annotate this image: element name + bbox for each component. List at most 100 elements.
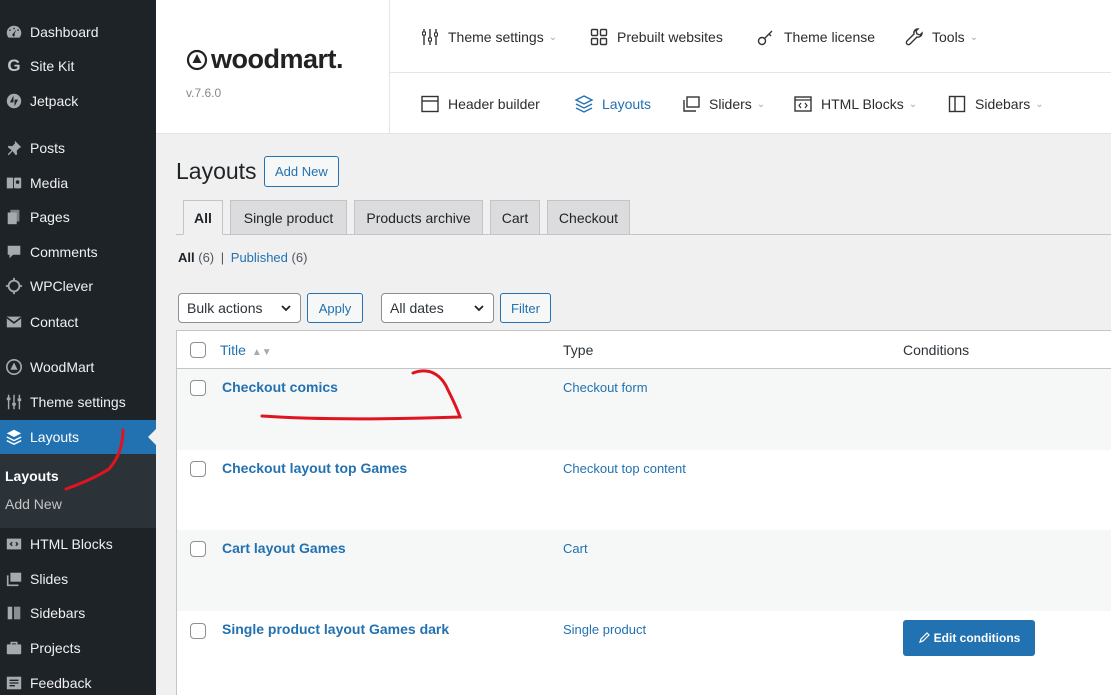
- sidebar-item-projects[interactable]: Projects: [0, 631, 156, 665]
- submenu-item-layouts[interactable]: Layouts: [5, 468, 59, 484]
- nav-label: Tools: [932, 29, 965, 45]
- nav-divider: [390, 72, 1111, 73]
- code-block-icon: [3, 534, 25, 554]
- chevron-down-icon: [281, 305, 291, 312]
- filter-all-count: (6): [198, 250, 215, 265]
- sidebar-item-label: Sidebars: [30, 605, 86, 621]
- sidebar-item-dashboard[interactable]: Dashboard: [0, 15, 156, 49]
- sidebar-item-feedback[interactable]: Feedback: [0, 666, 156, 695]
- row-checkbox[interactable]: [190, 380, 206, 396]
- sidebar-item-label: Media: [30, 175, 69, 191]
- row-title-link[interactable]: Single product layout Games dark: [222, 621, 449, 637]
- sidebar-item-sidebars[interactable]: Sidebars: [0, 596, 156, 630]
- sidebar-item-label: Projects: [30, 640, 81, 656]
- row-type-link[interactable]: Cart: [563, 541, 588, 556]
- row-checkbox[interactable]: [190, 461, 206, 477]
- woodmart-logo[interactable]: woodmart.: [186, 44, 344, 75]
- google-g-icon: G: [7, 56, 21, 75]
- row-title-link[interactable]: Checkout comics: [222, 379, 338, 395]
- row-checkbox[interactable]: [190, 541, 206, 557]
- sidebar-item-site-kit[interactable]: G Site Kit: [0, 49, 156, 83]
- sidebar-item-pages[interactable]: Pages: [0, 200, 156, 234]
- nav-prebuilt-websites[interactable]: Prebuilt websites: [589, 27, 723, 47]
- nav-tools[interactable]: Tools ⌄: [904, 27, 978, 47]
- select-all-checkbox[interactable]: [190, 342, 206, 358]
- add-new-button[interactable]: Add New: [264, 156, 339, 187]
- table-header: Title ▲▼ Type Conditions: [177, 331, 1111, 369]
- row-checkbox[interactable]: [190, 623, 206, 639]
- header-builder-icon: [421, 95, 439, 113]
- nav-label: Sliders: [709, 96, 752, 112]
- chevron-down-icon: ⌄: [908, 98, 918, 110]
- sidebar-icon: [3, 603, 25, 623]
- sidebar-item-slides[interactable]: Slides: [0, 562, 156, 596]
- column-title[interactable]: Title ▲▼: [220, 342, 272, 358]
- tab-cart[interactable]: Cart: [490, 200, 540, 235]
- sidebar-item-label: Feedback: [30, 675, 92, 691]
- sidebar-item-label: Slides: [30, 571, 69, 587]
- woodmart-header-panel: woodmart. v.7.6.0 Theme settings ⌄ Prebu…: [156, 0, 1111, 134]
- nav-sidebars[interactable]: Sidebars ⌄: [947, 94, 1044, 114]
- sidebar-item-woodmart[interactable]: WoodMart: [0, 350, 156, 384]
- tab-products-archive[interactable]: Products archive: [354, 200, 483, 235]
- woodmart-icon: [3, 357, 25, 377]
- bulk-actions-value: Bulk actions: [187, 300, 263, 316]
- table-row: Checkout layout top Games Checkout top c…: [177, 450, 1111, 531]
- tab-checkout[interactable]: Checkout: [547, 200, 630, 235]
- sidebar-item-label: Dashboard: [30, 24, 99, 40]
- nav-theme-settings[interactable]: Theme settings ⌄: [420, 27, 557, 47]
- tab-all[interactable]: All: [183, 200, 223, 235]
- submenu-item-add-new[interactable]: Add New: [5, 496, 62, 512]
- dates-select[interactable]: All dates: [381, 293, 494, 323]
- nav-label: HTML Blocks: [821, 96, 904, 112]
- jetpack-icon: [3, 91, 25, 111]
- row-type-link[interactable]: Checkout form: [563, 380, 648, 395]
- nav-html-blocks[interactable]: HTML Blocks ⌄: [793, 94, 917, 114]
- sidebar-item-jetpack[interactable]: Jetpack: [0, 84, 156, 118]
- nav-theme-license[interactable]: Theme license: [756, 27, 875, 47]
- media-icon: [3, 173, 25, 193]
- edit-conditions-label: Edit conditions: [933, 631, 1021, 645]
- sidebar-item-label: Posts: [30, 140, 66, 156]
- apply-button[interactable]: Apply: [307, 293, 363, 323]
- nav-label: Theme license: [784, 29, 876, 45]
- tab-single-product[interactable]: Single product: [230, 200, 347, 235]
- row-type-link[interactable]: Checkout top content: [563, 461, 686, 476]
- dates-value: All dates: [390, 300, 444, 316]
- filter-button[interactable]: Filter: [500, 293, 551, 323]
- filter-separator: |: [220, 250, 225, 265]
- nav-label: Sidebars: [975, 96, 1031, 112]
- row-type-link[interactable]: Single product: [563, 622, 646, 637]
- row-title-link[interactable]: Cart layout Games: [222, 540, 346, 556]
- nav-label: Layouts: [602, 96, 652, 112]
- table-row: Single product layout Games dark Single …: [177, 611, 1111, 692]
- nav-layouts[interactable]: Layouts: [574, 94, 651, 114]
- sidebar-item-label: WoodMart: [30, 359, 95, 375]
- nav-sliders[interactable]: Sliders ⌄: [681, 94, 765, 114]
- filter-all-link[interactable]: All: [178, 250, 195, 265]
- wrench-icon: [905, 28, 923, 46]
- bulk-actions-select[interactable]: Bulk actions: [178, 293, 301, 323]
- sidebar-item-posts[interactable]: Posts: [0, 131, 156, 165]
- sidebar-item-theme-settings[interactable]: Theme settings: [0, 385, 156, 419]
- pencil-icon: [918, 632, 930, 643]
- sidebar-item-media[interactable]: Media: [0, 166, 156, 200]
- sidebar-item-contact[interactable]: Contact: [0, 305, 156, 339]
- sort-icon: ▲▼: [251, 347, 272, 358]
- sidebar-item-label: Jetpack: [30, 93, 79, 109]
- sidebar-item-comments[interactable]: Comments: [0, 235, 156, 269]
- sidebar-item-label: Contact: [30, 314, 79, 330]
- sidebar-item-html-blocks[interactable]: HTML Blocks: [0, 527, 156, 561]
- nav-header-builder[interactable]: Header builder: [420, 94, 540, 114]
- comment-icon: [3, 242, 25, 262]
- filter-published-link[interactable]: Published: [231, 250, 288, 265]
- row-title-link[interactable]: Checkout layout top Games: [222, 460, 407, 476]
- sidebar-item-label: Site Kit: [30, 58, 75, 74]
- table-row: Cart layout Games Cart: [177, 530, 1111, 611]
- sidebar-item-layouts[interactable]: Layouts: [0, 420, 156, 454]
- sidebar-item-wpclever[interactable]: WPClever: [0, 269, 156, 303]
- sidebar-item-label: Comments: [30, 244, 98, 260]
- layouts-submenu: Layouts Add New: [0, 454, 156, 528]
- sidebar-item-label: WPClever: [30, 278, 94, 294]
- edit-conditions-button[interactable]: Edit conditions: [903, 620, 1035, 656]
